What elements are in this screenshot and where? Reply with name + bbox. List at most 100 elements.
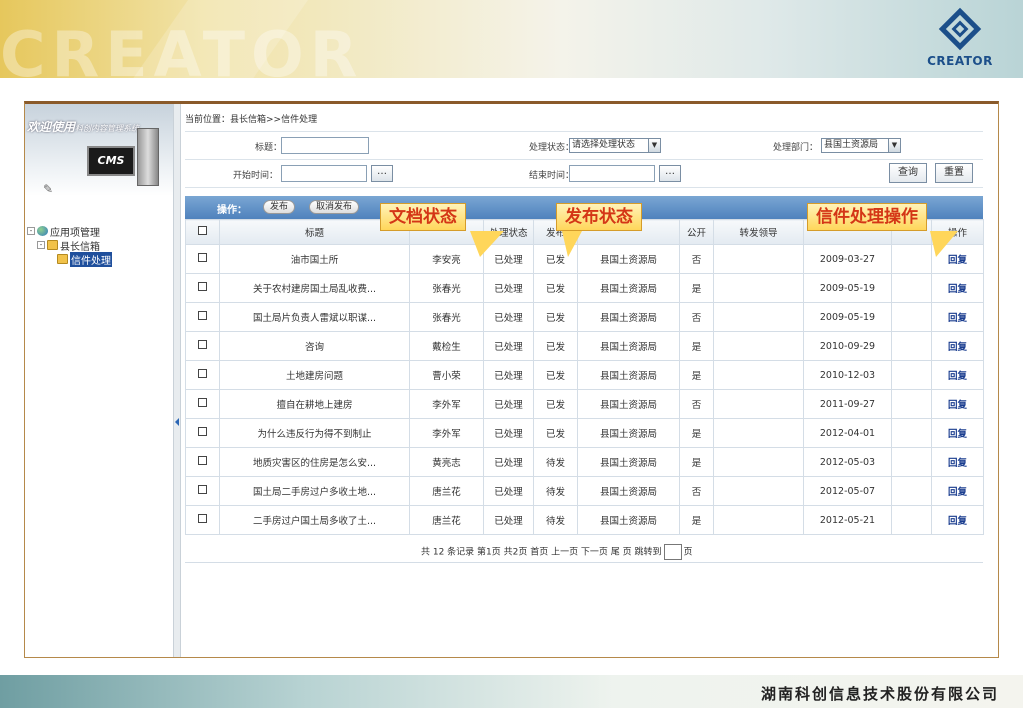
row-checkbox[interactable] [198,485,207,494]
cell-public: 否 [679,244,714,274]
cell-title[interactable]: 咨询 [219,331,410,361]
collapse-arrow-icon[interactable] [175,418,179,426]
tree-item-app-management[interactable]: - 应用项管理 [27,224,112,239]
row-checkbox[interactable] [198,427,207,436]
row-select-cell[interactable] [185,244,220,274]
cell-publish-status: 已发 [533,389,578,419]
reply-link[interactable]: 回复 [948,371,967,382]
reply-link[interactable]: 回复 [948,284,967,295]
title-input[interactable] [281,137,369,154]
cell-title[interactable]: 擅自在耕地上建房 [219,389,410,419]
chevron-down-icon[interactable]: ▼ [888,139,900,152]
table-row[interactable]: 油市国土所 李安亮 已处理 已发 县国土资源局否 2009-03-27 回复 [185,244,984,274]
reply-link[interactable]: 回复 [948,313,967,324]
reset-button[interactable]: 重置 [935,163,973,183]
start-time-label: 开始时间： [233,171,279,181]
cell-publish-status: 待发 [533,505,578,535]
cell-blank [891,389,932,419]
reply-link[interactable]: 回复 [948,458,967,469]
table-row[interactable]: 擅自在耕地上建房 李外军 已处理 已发 县国土资源局否 2011-09-27 回复 [185,389,984,419]
row-select-cell[interactable] [185,476,220,506]
cell-title[interactable]: 国土局片负责人雷斌以职谋... [219,302,410,332]
cell-title[interactable]: 二手房过户国土局多收了土... [219,505,410,535]
start-date-picker-button[interactable]: … [371,165,393,182]
cell-publish-status: 已发 [533,418,578,448]
cell-department: 县国土资源局 [577,505,680,535]
row-checkbox[interactable] [198,369,207,378]
cell-forward-leader [713,244,804,274]
filter-row-2: 开始时间： … 结束时间： … 查询 重置 [185,160,983,188]
end-date-picker-button[interactable]: … [659,165,681,182]
cell-department: 县国土资源局 [577,360,680,390]
nav-tree: - 应用项管理 - 县长信箱 信件处理 [27,224,112,267]
row-select-cell[interactable] [185,331,220,361]
callout-letter-operations: 信件处理操作 [807,203,927,231]
pagination-text[interactable]: 共 12 条记录 第1页 共2页 首页 上一页 下一页 尾 页 跳转到 [421,548,662,558]
reply-link[interactable]: 回复 [948,342,967,353]
row-select-cell[interactable] [185,389,220,419]
table-row[interactable]: 地质灾害区的住房是怎么安... 黄亮志 已处理 待发 县国土资源局是 2012-05-03… [185,447,984,477]
collapse-toggle-icon[interactable]: - [37,241,45,249]
cell-operation: 回复 [931,389,984,419]
row-checkbox[interactable] [198,514,207,523]
search-button[interactable]: 查询 [889,163,927,183]
start-time-input[interactable] [281,165,367,182]
table-row[interactable]: 关于农村建房国土局乱收费... 张春光 已处理 已发 县国土资源局是 2009-05-19… [185,273,984,303]
cell-operation: 回复 [931,476,984,506]
cell-department: 县国土资源局 [577,273,680,303]
folder-icon [47,240,58,250]
cell-title[interactable]: 关于农村建房国土局乱收费... [219,273,410,303]
status-select[interactable]: 请选择处理状态 ▼ [569,138,661,153]
cell-public: 否 [679,389,714,419]
cell-publish-status: 已发 [533,273,578,303]
chevron-down-icon[interactable]: ▼ [648,139,660,152]
publish-button[interactable]: 发布 [263,200,296,214]
table-row[interactable]: 国土局二手房过户多收土地... 唐兰花 已处理 待发 县国土资源局否 2012-05-07… [185,476,984,506]
row-checkbox[interactable] [198,456,207,465]
sidebar: 欢迎使用科创内容管理系统 CMS ✎ - 应用项管理 - 县长信箱 信件处理 [25,104,173,657]
reply-link[interactable]: 回复 [948,487,967,498]
page-jump-input[interactable] [663,544,682,560]
row-checkbox[interactable] [198,311,207,320]
row-select-cell[interactable] [185,505,220,535]
sidebar-splitter[interactable] [173,104,181,657]
reply-link[interactable]: 回复 [948,429,967,440]
unpublish-button[interactable]: 取消发布 [309,200,360,214]
select-all-checkbox[interactable] [198,226,207,235]
end-time-input[interactable] [569,165,655,182]
dept-select[interactable]: 县国土资源局 ▼ [821,138,901,153]
end-time-label: 结束时间： [529,171,575,181]
cell-operation: 回复 [931,505,984,535]
cell-author: 戴检生 [409,331,484,361]
cell-process-status: 已处理 [483,331,534,361]
callout-pointer [930,231,958,257]
cell-title[interactable]: 土地建房问题 [219,360,410,390]
cell-forward-leader [713,273,804,303]
tree-item-letter-processing[interactable]: 信件处理 [27,251,112,267]
row-select-cell[interactable] [185,360,220,390]
row-checkbox[interactable] [198,253,207,262]
cell-title[interactable]: 地质灾害区的住房是怎么安... [219,447,410,477]
table-row[interactable]: 二手房过户国土局多收了土... 唐兰花 已处理 待发 县国土资源局是 2012-05-21… [185,505,984,535]
reply-link[interactable]: 回复 [948,400,967,411]
collapse-toggle-icon[interactable]: - [27,227,35,235]
table-row[interactable]: 为什么违反行为得不到制止 李外军 已处理 已发 县国土资源局是 2012-04-01 回复 [185,418,984,448]
tree-item-mailbox[interactable]: - 县长信箱 [27,238,112,253]
cell-title[interactable]: 油市国土所 [219,244,410,274]
row-checkbox[interactable] [198,398,207,407]
cell-title[interactable]: 国土局二手房过户多收土地... [219,476,410,506]
row-select-cell[interactable] [185,418,220,448]
row-checkbox[interactable] [198,282,207,291]
table-row[interactable]: 咨询 戴检生 已处理 已发 县国土资源局是 2010-09-29 回复 [185,331,984,361]
table-row[interactable]: 国土局片负责人雷斌以职谋... 张春光 已处理 已发 县国土资源局否 2009-05-19… [185,302,984,332]
row-select-cell[interactable] [185,302,220,332]
table-row[interactable]: 土地建房问题 曹小荣 已处理 已发 县国土资源局是 2010-12-03 回复 [185,360,984,390]
row-select-cell[interactable] [185,447,220,477]
cell-title[interactable]: 为什么违反行为得不到制止 [219,418,410,448]
cell-process-status: 已处理 [483,505,534,535]
row-select-cell[interactable] [185,273,220,303]
select-all-header[interactable] [185,219,220,245]
reply-link[interactable]: 回复 [948,516,967,527]
row-checkbox[interactable] [198,340,207,349]
dept-select-value: 县国土资源局 [824,140,879,150]
